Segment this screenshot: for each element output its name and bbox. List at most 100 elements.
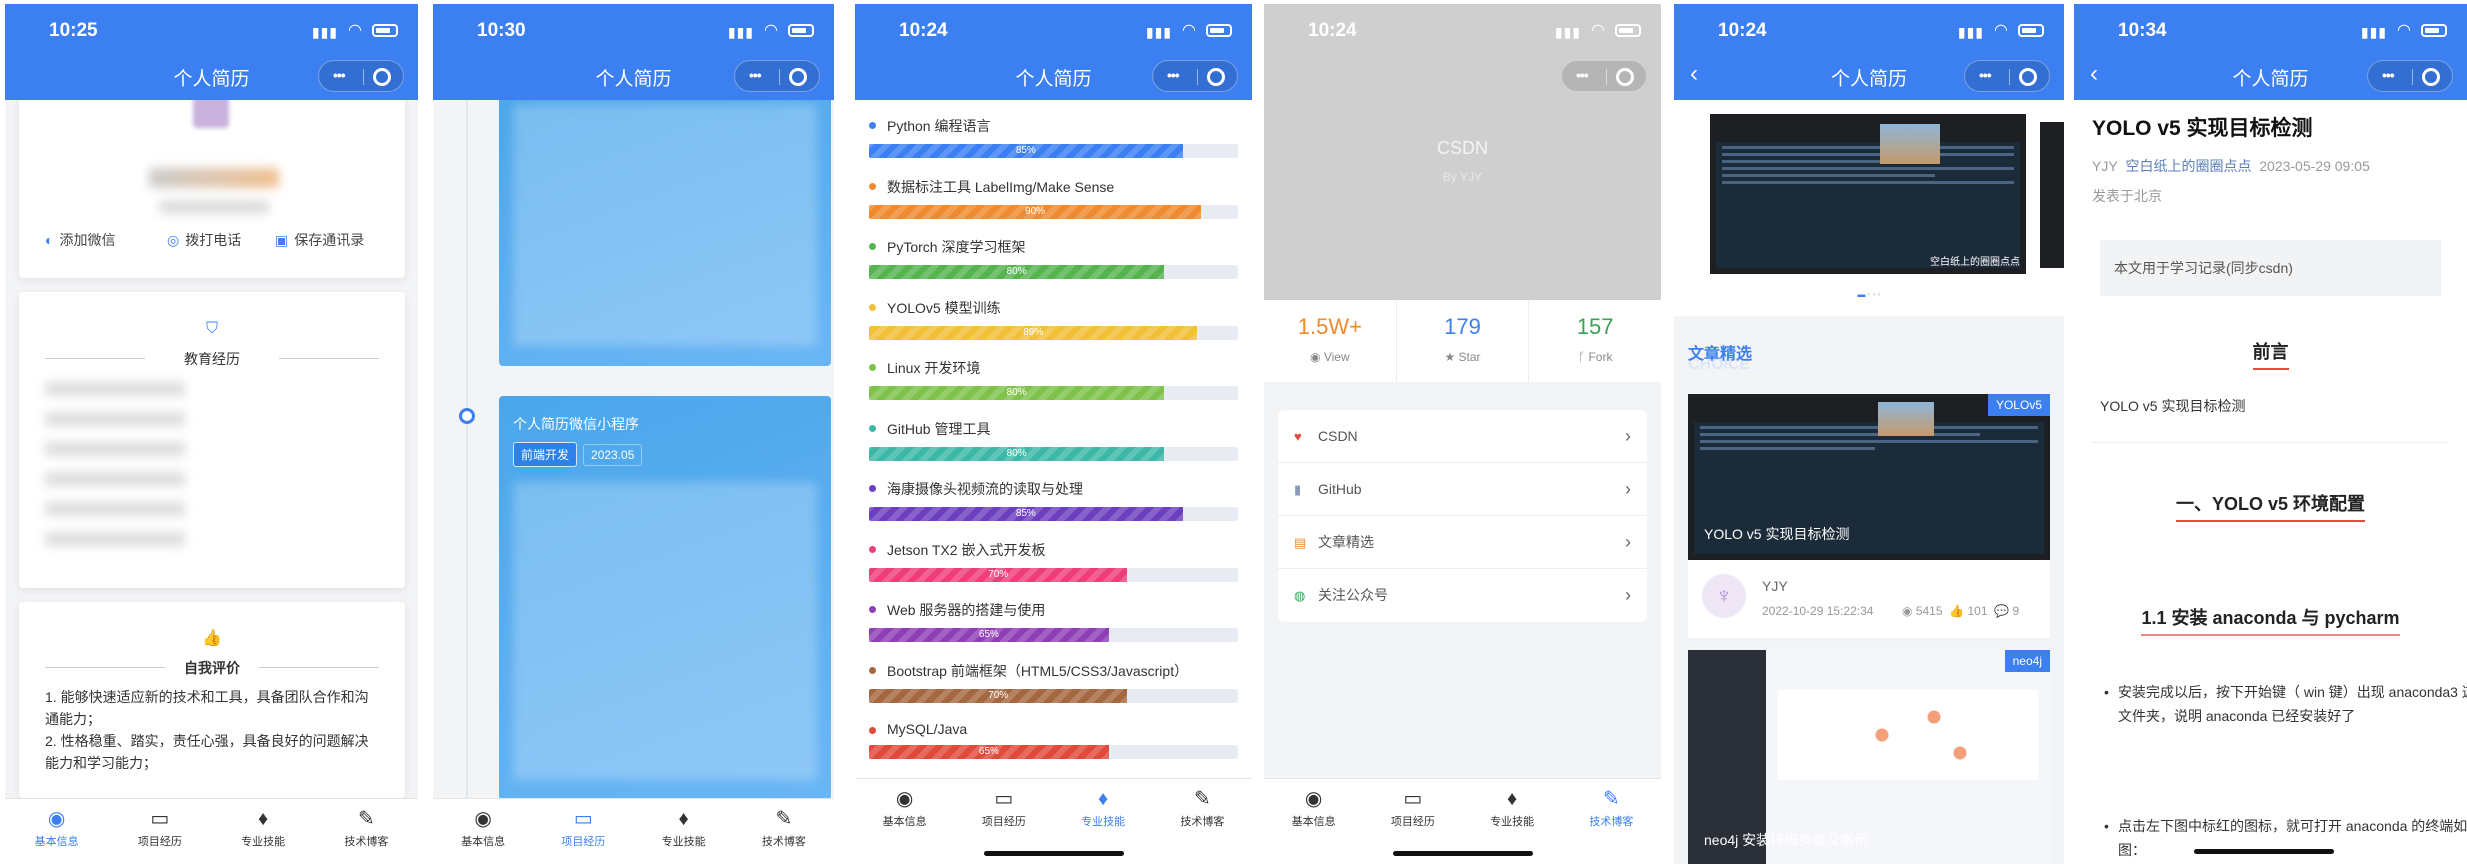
mini-program-capsule[interactable]: ••• <box>1152 60 1238 92</box>
divider <box>2092 442 2449 443</box>
nav-bar: 10:34 ▮▮▮ ◠ ‹ 个人简历 ••• <box>2074 4 2467 100</box>
project-desc-blurred <box>513 482 817 780</box>
bullet-1: 安装完成以后，按下开始键（ win 键）出现 anaconda3 这个文件夹，说… <box>2100 680 2467 728</box>
tab-blog[interactable]: ✎ 技术博客 <box>315 799 418 864</box>
tab-basic-info[interactable]: ◉ 基本信息 <box>855 779 954 864</box>
tie-icon: ♦ <box>1098 788 1109 810</box>
tab-projects[interactable]: ▭ 项目经历 <box>108 799 211 864</box>
wifi-icon: ◠ <box>1994 22 2008 39</box>
section-header: CHOICE 文章精选 <box>1688 340 1752 373</box>
mini-program-capsule[interactable]: ••• <box>1561 60 1647 92</box>
nav-bar: 10:24 ▮▮▮ ◠ ••• <box>1264 4 1661 100</box>
more-icon[interactable]: ••• <box>1979 67 1992 83</box>
tab-basic-info[interactable]: ◉ 基本信息 <box>1264 779 1363 864</box>
article-tag: YOLOv5 <box>1987 394 2050 416</box>
tab-projects[interactable]: ▭ 项目经历 <box>533 799 633 864</box>
banner-subtitle: By YJY <box>1442 170 1483 184</box>
heading-intro: 前言 <box>2092 338 2449 370</box>
more-icon[interactable]: ••• <box>1576 67 1589 83</box>
education-content-blurred <box>45 382 185 562</box>
more-icon[interactable]: ••• <box>333 67 346 83</box>
more-icon[interactable]: ••• <box>2382 67 2395 83</box>
tab-basic-info[interactable]: ◉ 基本信息 <box>5 799 108 864</box>
wifi-icon: ◠ <box>2397 22 2411 39</box>
comment-icon: 💬 <box>1994 604 2013 618</box>
tab-basic-info[interactable]: ◉ 基本信息 <box>433 799 533 864</box>
article-card-2[interactable]: neo4j 安装详细步骤及案例 neo4j <box>1688 650 2050 864</box>
battery-icon <box>788 24 814 37</box>
skill-progress-fill: 80% <box>869 265 1165 279</box>
skill-name: Jetson TX2 嵌入式开发板 <box>869 540 1238 560</box>
close-target-icon[interactable] <box>373 68 391 86</box>
screen-projects: 个人简历微信小程序 前端开发 2023.05 10:30 ▮▮▮ ◠ 个人简历 •… <box>433 4 834 864</box>
thumb-icon: ▮ <box>1294 482 1302 497</box>
briefcase-icon: ▭ <box>573 808 593 830</box>
skill-progress: 70% <box>869 567 1238 582</box>
home-indicator[interactable] <box>983 851 1124 856</box>
more-icon[interactable]: ••• <box>1167 67 1180 83</box>
tab-bar: ◉ 基本信息 ▭ 项目经历 ♦ 专业技能 ✎ 技术博客 <box>855 778 1252 864</box>
tab-skills[interactable]: ♦ 专业技能 <box>212 799 315 864</box>
battery-icon <box>372 24 398 37</box>
book-icon: ▤ <box>1294 535 1307 550</box>
mini-program-capsule[interactable]: ••• <box>734 60 820 92</box>
skill-name: Linux 开发环境 <box>869 358 1238 378</box>
skill-progress: 80% <box>869 386 1238 400</box>
article-card-1[interactable]: YOLO v5 实现目标检测 YOLOv5 ♆ YJY 2022-10-29 1… <box>1688 394 2050 638</box>
project-card-1[interactable] <box>499 84 831 366</box>
person-icon: ◉ <box>895 788 914 810</box>
skill-name: GitHub 管理工具 <box>869 419 1238 439</box>
skill-item: Linux 开发环境 80% <box>869 358 1238 400</box>
add-wechat-button[interactable]: ◐ 添加微信 <box>45 230 115 250</box>
tab-skills[interactable]: ♦ 专业技能 <box>634 799 734 864</box>
carousel-image[interactable]: 空白纸上的圈圈点点 <box>1710 114 2026 274</box>
skill-item: Python 编程语言 85% <box>869 116 1238 158</box>
close-target-icon[interactable] <box>789 68 807 86</box>
menu-item[interactable]: ▮ GitHub › <box>1278 463 1647 516</box>
screen-article-detail: YOLO v5 实现目标检测 YJY 空白纸上的圈圈点点 2023-05-29 … <box>2074 4 2467 864</box>
mini-program-capsule[interactable]: ••• <box>318 60 404 92</box>
skill-item: GitHub 管理工具 80% <box>869 419 1238 461</box>
skill-item: MySQL/Java 65% <box>869 721 1238 759</box>
article-image: neo4j 安装详细步骤及案例 <box>1688 650 2050 864</box>
skill-progress-fill: 85% <box>869 144 1183 158</box>
phone-icon: ◎ <box>167 232 180 248</box>
skill-dot <box>869 727 876 734</box>
tab-blog[interactable]: ✎ 技术博客 <box>1562 779 1661 864</box>
close-target-icon[interactable] <box>1616 68 1634 86</box>
close-target-icon[interactable] <box>1207 68 1225 86</box>
tab-blog[interactable]: ✎ 技术博客 <box>734 799 834 864</box>
menu-item[interactable]: ♥ CSDN › <box>1278 410 1647 463</box>
home-indicator[interactable] <box>1392 851 1533 856</box>
blog-link[interactable]: 空白纸上的圈圈点点 <box>2125 158 2251 174</box>
mini-program-capsule[interactable]: ••• <box>2367 60 2453 92</box>
heading-1: 一、YOLO v5 环境配置 <box>2092 490 2449 522</box>
skill-dot <box>869 122 876 129</box>
article-tag: neo4j <box>2004 650 2050 672</box>
carousel-photo <box>1880 124 1940 164</box>
stats-row: 1.5W+ ◉ View 179 ★ Star 157 ᚴ Fork <box>1264 300 1661 382</box>
skill-dot <box>869 485 876 492</box>
tie-icon: ♦ <box>258 808 269 830</box>
close-target-icon[interactable] <box>2422 68 2440 86</box>
menu-item[interactable]: ▤ 文章精选 › <box>1278 516 1647 569</box>
skill-progress-fill: 65% <box>869 745 1109 759</box>
project-card-2[interactable]: 个人简历微信小程序 前端开发 2023.05 <box>499 396 831 800</box>
status-time: 10:25 <box>49 20 98 41</box>
tab-blog[interactable]: ✎ 技术博客 <box>1153 779 1252 864</box>
menu-item[interactable]: ◍ 关注公众号 › <box>1278 569 1647 622</box>
battery-icon <box>1206 24 1232 37</box>
skill-dot <box>869 303 876 311</box>
skill-item: Bootstrap 前端框架（HTML5/CSS3/Javascript） 70% <box>869 661 1238 703</box>
carousel-dots[interactable]: ▬ • • • <box>1674 290 2064 299</box>
close-target-icon[interactable] <box>2019 68 2037 86</box>
screen-tech-blog: CSDN By YJY 1.5W+ ◉ View 179 ★ Star 157 ᚴ For… <box>1264 4 1661 864</box>
mini-program-capsule[interactable]: ••• <box>1964 60 2050 92</box>
carousel[interactable]: 空白纸上的圈圈点点 ▬ • • • <box>1674 100 2064 316</box>
home-indicator[interactable] <box>2194 849 2334 854</box>
more-icon[interactable]: ••• <box>749 67 762 83</box>
carousel-next-image[interactable] <box>2040 122 2064 268</box>
save-contact-button[interactable]: ▣ 保存通讯录 <box>275 230 364 250</box>
call-phone-button[interactable]: ◎ 拨打电话 <box>167 230 241 250</box>
skill-progress: 65% <box>869 628 1238 642</box>
